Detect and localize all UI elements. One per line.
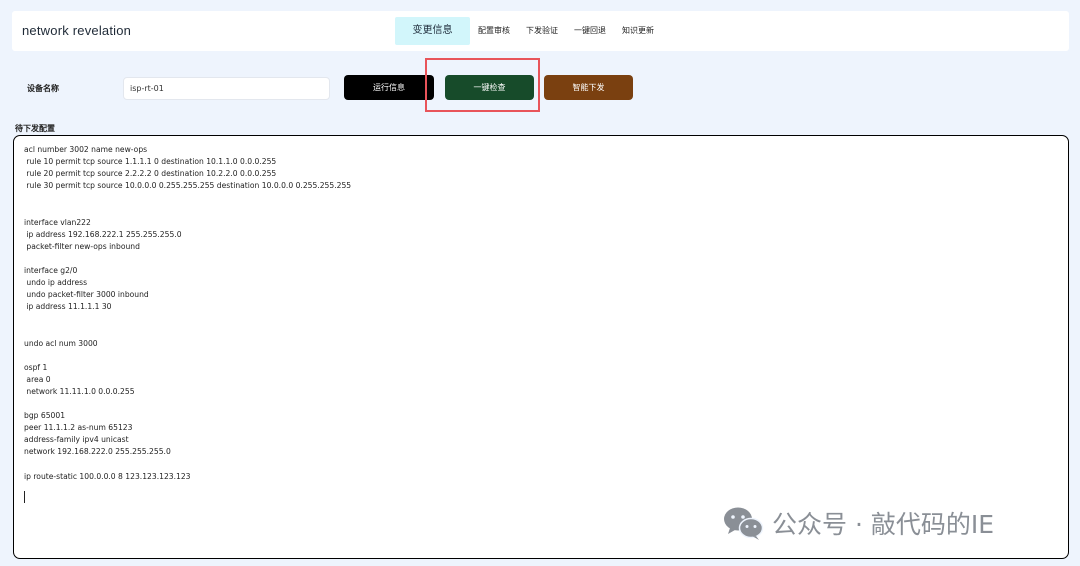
pending-config-label: 待下发配置	[15, 124, 55, 133]
app-brand: network revelation	[22, 23, 132, 38]
tab-config-review[interactable]: 配置审核	[470, 17, 518, 45]
watermark: 公众号 · 敲代码的IE	[722, 505, 994, 541]
smart-deploy-button[interactable]: 智能下发	[544, 75, 633, 100]
config-content: acl number 3002 name new-ops rule 10 per…	[24, 145, 352, 481]
tab-knowledge-update[interactable]: 知识更新	[614, 17, 662, 45]
watermark-text: 公众号 · 敲代码的IE	[772, 510, 995, 539]
text-cursor	[24, 491, 25, 503]
device-name-input[interactable]	[123, 77, 330, 100]
highlight-annotation-box	[425, 58, 540, 112]
tab-deploy-verify[interactable]: 下发验证	[518, 17, 566, 45]
pending-config-textarea[interactable]: acl number 3002 name new-ops rule 10 per…	[13, 135, 1069, 559]
top-nav-bar: network revelation 变更信息 配置审核 下发验证 一键回退 知…	[12, 11, 1069, 51]
tab-change-info[interactable]: 变更信息	[395, 17, 470, 45]
main-nav: 变更信息 配置审核 下发验证 一键回退 知识更新	[395, 17, 662, 45]
device-name-label: 设备名称	[27, 84, 59, 93]
wechat-icon	[724, 507, 764, 540]
run-info-button[interactable]: 运行信息	[344, 75, 434, 100]
tab-one-click-rollback[interactable]: 一键回退	[566, 17, 614, 45]
